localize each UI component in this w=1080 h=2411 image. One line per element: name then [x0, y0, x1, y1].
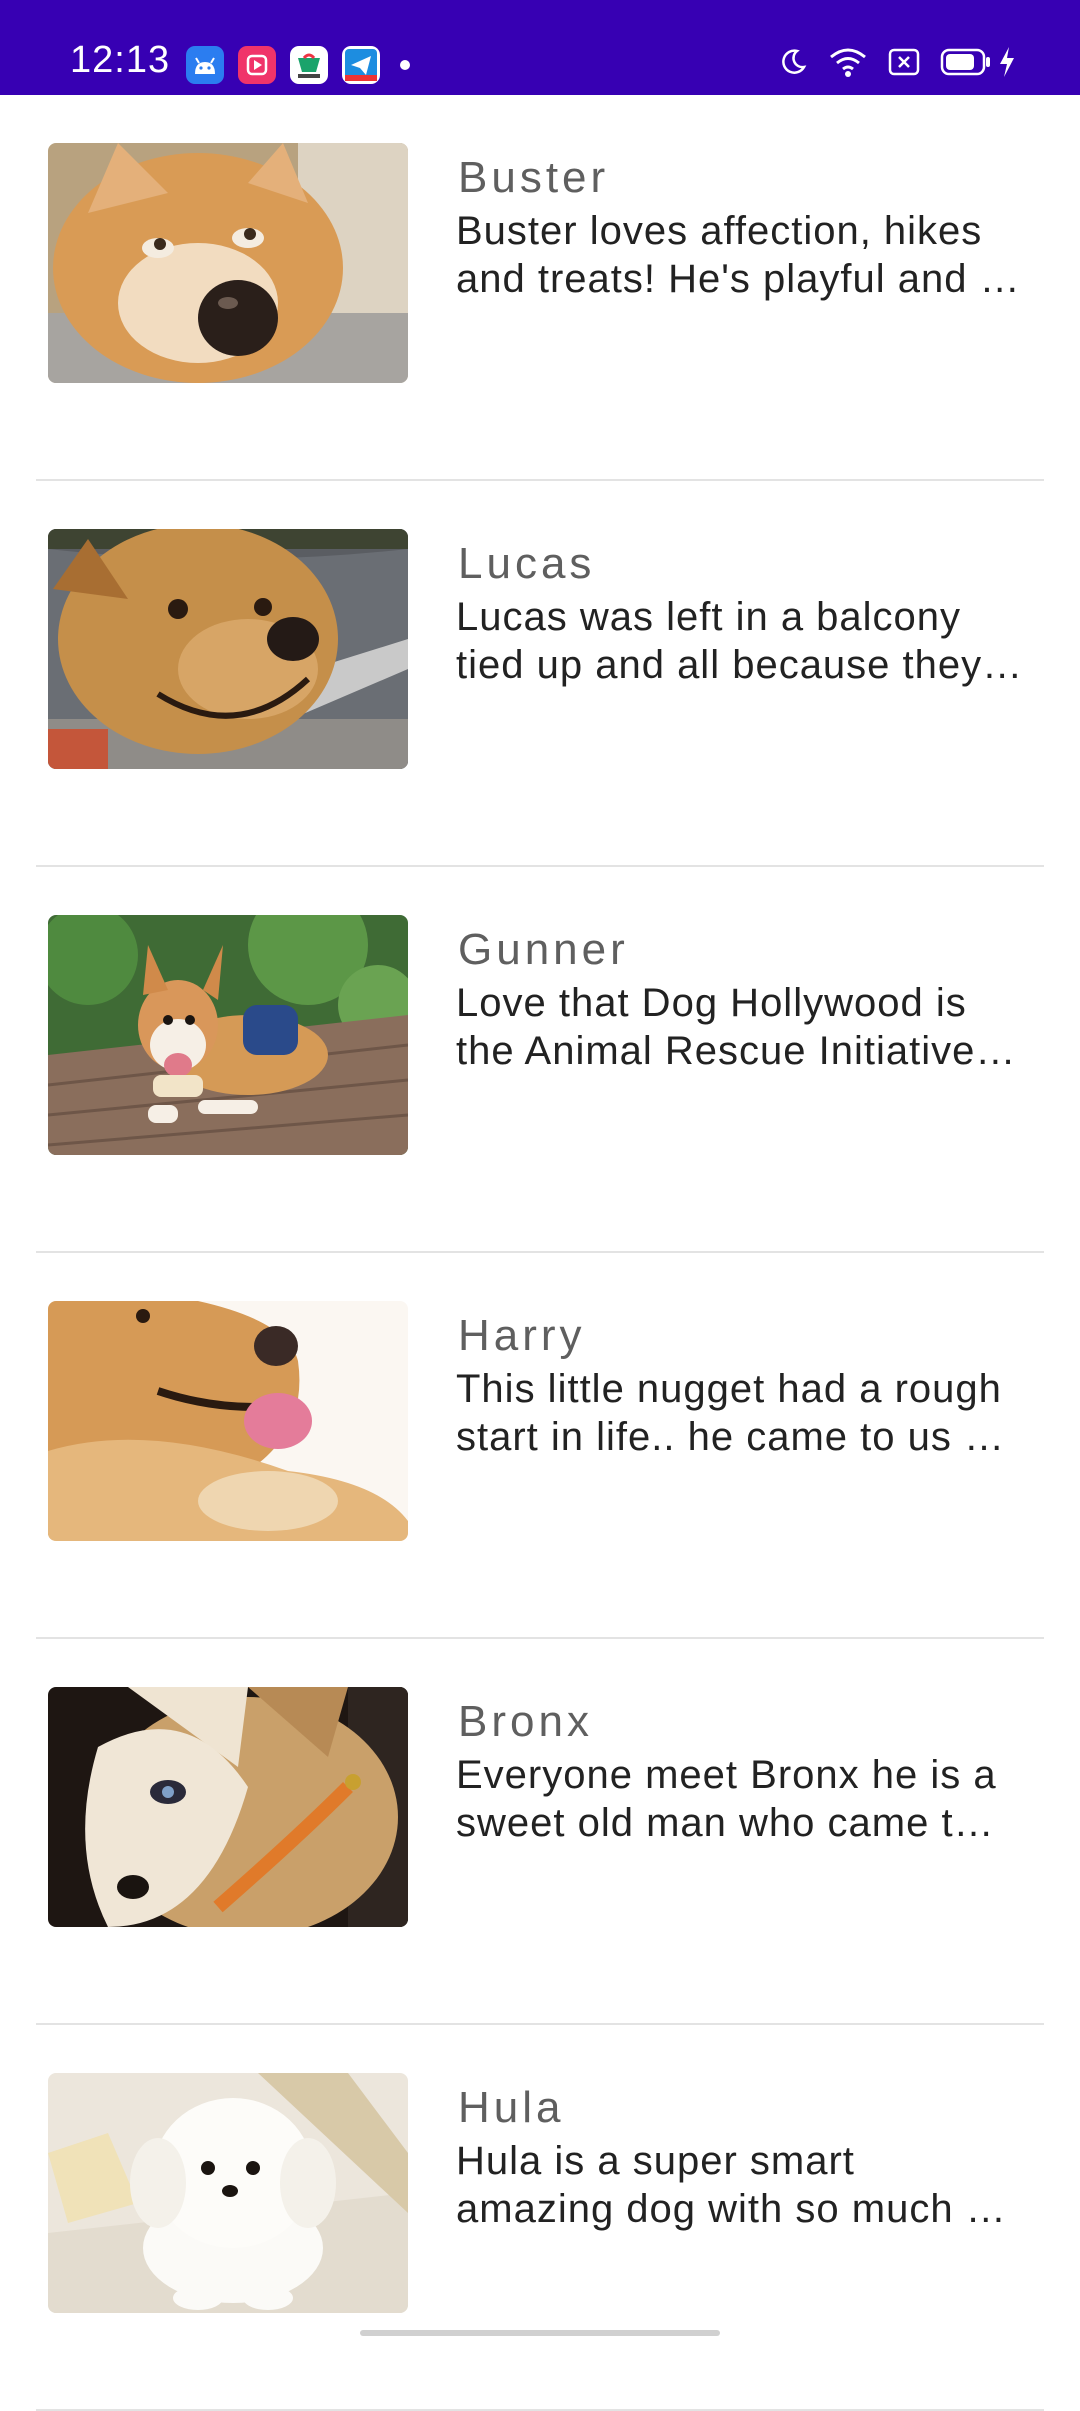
- moon-icon: [778, 47, 808, 77]
- dog-description: Hula is a super smart amazing dog with s…: [456, 2137, 1032, 2233]
- system-icons: [778, 46, 1016, 78]
- status-bar: 12:13: [0, 0, 1080, 95]
- description-line: Love that Dog Hollywood is: [456, 981, 967, 1025]
- list-item[interactable]: Buster Buster loves affection, hikes and…: [0, 95, 1080, 481]
- status-time: 12:13: [70, 39, 171, 81]
- description-line: This little nugget had a rough: [456, 1367, 1002, 1411]
- gesture-navigation-bar[interactable]: [360, 2330, 720, 2336]
- dog-name: Bronx: [458, 1697, 593, 1746]
- description-line: Everyone meet Bronx he is a: [456, 1753, 997, 1797]
- dog-name: Hula: [458, 2083, 565, 2132]
- dog-list[interactable]: Buster Buster loves affection, hikes and…: [0, 95, 1080, 2411]
- description-line: the Animal Rescue Initiative…: [456, 1029, 1017, 1073]
- description-line: amazing dog with so much …: [456, 2187, 1007, 2231]
- dog-description: Everyone meet Bronx he is a sweet old ma…: [456, 1751, 1032, 1847]
- list-item[interactable]: Lucas Lucas was left in a balcony tied u…: [0, 481, 1080, 867]
- dog-photo: [48, 529, 408, 769]
- more-notifications-dot: [400, 60, 410, 70]
- description-line: tied up and all because they…: [456, 643, 1024, 687]
- dog-description: Buster loves affection, hikes and treats…: [456, 207, 1032, 303]
- description-line: Hula is a super smart: [456, 2139, 855, 2183]
- dog-photo: [48, 915, 408, 1155]
- android-icon: [186, 46, 224, 84]
- dog-photo: [48, 1687, 408, 1927]
- dog-description: Love that Dog Hollywood is the Animal Re…: [456, 979, 1032, 1075]
- description-line: and treats! He's playful and …: [456, 257, 1021, 301]
- battery-icon: [940, 48, 992, 76]
- list-item[interactable]: Bronx Everyone meet Bronx he is a sweet …: [0, 1639, 1080, 2025]
- sim-icon: [888, 48, 920, 76]
- play-icon: [238, 46, 276, 84]
- telegram-icon: [342, 46, 380, 84]
- dog-photo: [48, 1301, 408, 1541]
- dog-name: Harry: [458, 1311, 586, 1360]
- dog-name: Lucas: [458, 539, 596, 588]
- dog-photo: [48, 143, 408, 383]
- description-line: Lucas was left in a balcony: [456, 595, 962, 639]
- dog-name: Gunner: [458, 925, 629, 974]
- dog-name: Buster: [458, 153, 610, 202]
- charging-icon: [998, 46, 1016, 78]
- dog-description: This little nugget had a rough start in …: [456, 1365, 1032, 1461]
- list-item[interactable]: Harry This little nugget had a rough sta…: [0, 1253, 1080, 1639]
- notification-icons: [186, 46, 410, 84]
- description-line: start in life.. he came to us …: [456, 1415, 1005, 1459]
- shop-icon: [290, 46, 328, 84]
- dog-photo: [48, 2073, 408, 2313]
- dog-description: Lucas was left in a balcony tied up and …: [456, 593, 1032, 689]
- list-item[interactable]: Gunner Love that Dog Hollywood is the An…: [0, 867, 1080, 1253]
- list-item[interactable]: Hula Hula is a super smart amazing dog w…: [0, 2025, 1080, 2411]
- description-line: sweet old man who came t…: [456, 1801, 995, 1845]
- description-line: Buster loves affection, hikes: [456, 209, 983, 253]
- wifi-icon: [828, 46, 868, 78]
